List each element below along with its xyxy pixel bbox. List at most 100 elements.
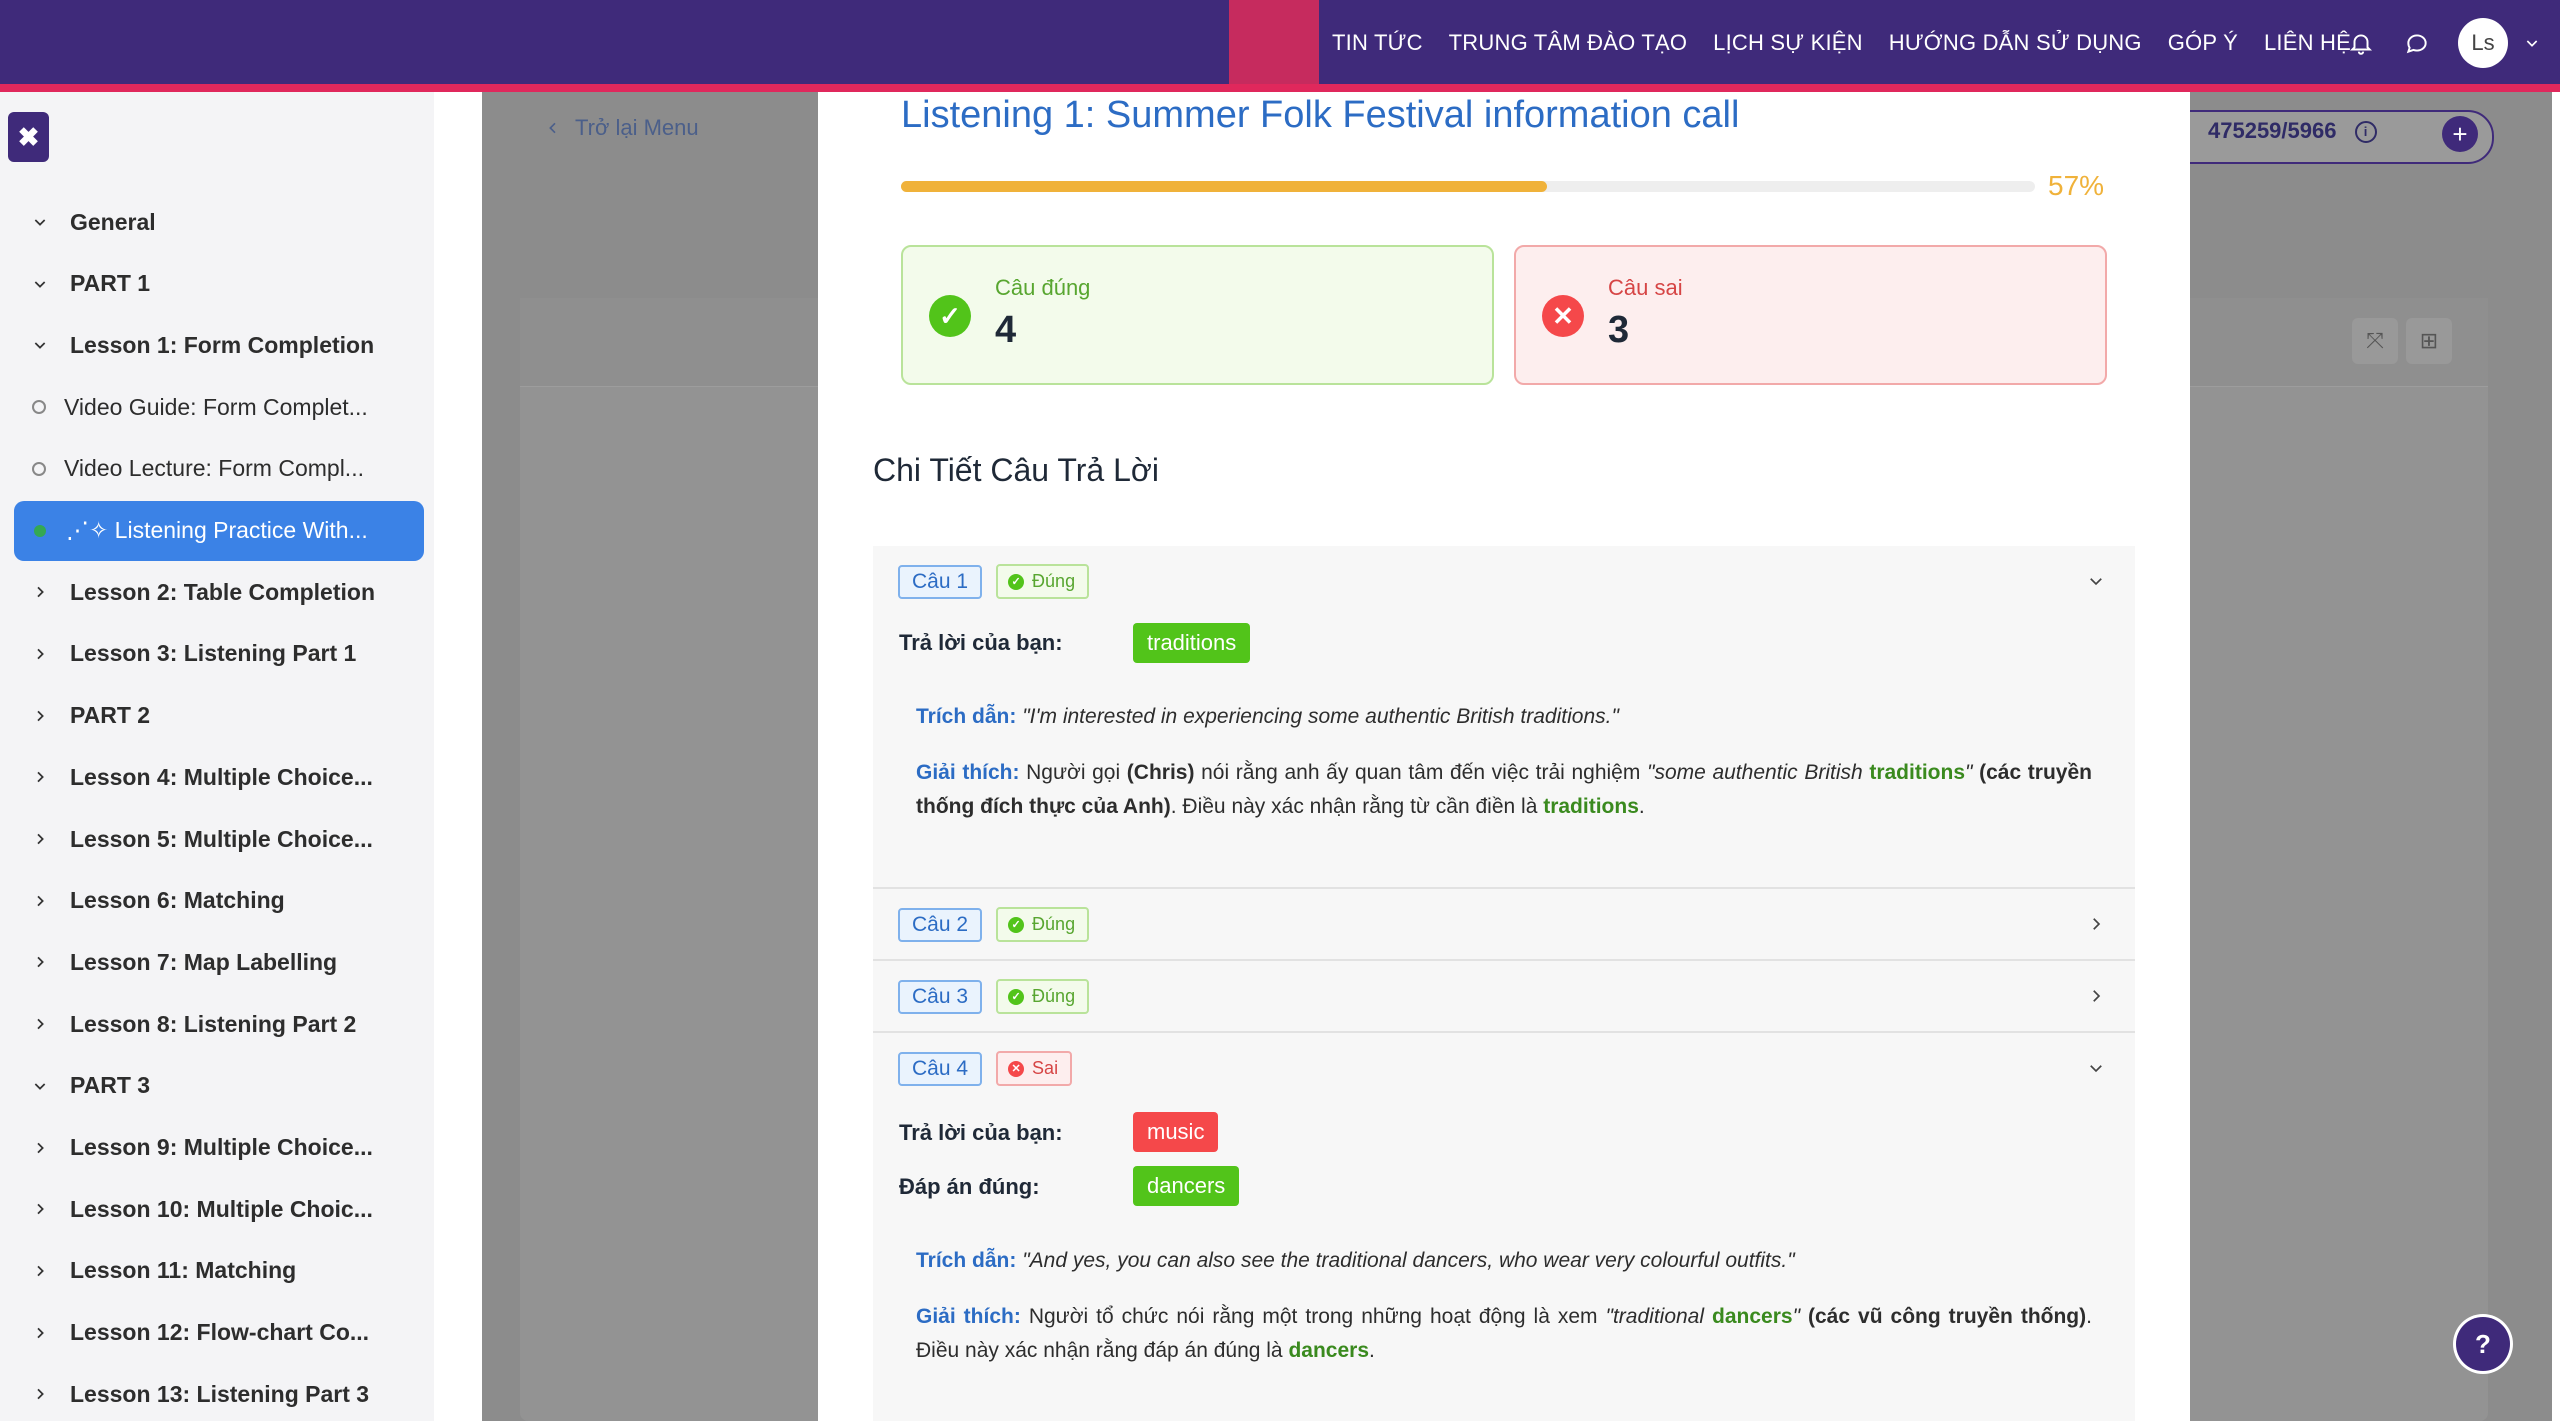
sidebar-item-label: ⋰✧ Listening Practice With... <box>66 517 368 543</box>
sidebar-item[interactable]: Lesson 6: Matching <box>14 871 424 931</box>
correct-count-card: ✓ Câu đúng 4 <box>901 245 1494 385</box>
chevron-right-icon <box>30 767 50 787</box>
nav-lien-he[interactable]: LIÊN HỆ <box>2264 30 2351 56</box>
status-badge: ✓ Đúng <box>996 907 1090 942</box>
check-icon: ✓ <box>1008 916 1025 933</box>
chevron-right-icon <box>30 582 50 602</box>
question-2-panel[interactable]: Câu 2 ✓ Đúng <box>873 889 2135 959</box>
correct-label: Câu đúng <box>995 275 1091 300</box>
sidebar-item[interactable]: General <box>14 192 424 252</box>
nav-gop-y[interactable]: GÓP Ý <box>2168 30 2238 56</box>
circle-icon <box>32 461 46 476</box>
sidebar-item[interactable]: Video Guide: Form Complet... <box>14 377 424 437</box>
sidebar-item-label: Lesson 10: Multiple Choic... <box>70 1195 373 1222</box>
sidebar-item-label: Lesson 2: Table Completion <box>70 578 375 605</box>
fullscreen-icon[interactable]: ⤧ <box>2352 318 2398 364</box>
chevron-right-icon <box>30 1138 50 1158</box>
sidebar-item[interactable]: PART 3 <box>14 1056 424 1116</box>
chevron-down-icon <box>30 274 50 294</box>
chevron-right-icon[interactable] <box>2085 985 2107 1007</box>
sidebar-item[interactable]: Lesson 4: Multiple Choice... <box>14 747 424 807</box>
correct-answer-label: Đáp án đúng: <box>899 1174 1040 1199</box>
close-icon[interactable]: ✖ <box>8 112 49 162</box>
status-badge: ✓ Đúng <box>996 564 1090 599</box>
sidebar-item-label: Lesson 5: Multiple Choice... <box>70 825 373 852</box>
sidebar-item-label: General <box>70 208 156 235</box>
chevron-down-icon <box>30 1076 50 1096</box>
sidebar-item-label: Lesson 8: Listening Part 2 <box>70 1010 357 1037</box>
chevron-right-icon <box>30 1323 50 1343</box>
your-answer-label: Trả lời của bạn: <box>899 1120 1063 1145</box>
x-circle-icon: ✕ <box>1542 295 1584 337</box>
sidebar-item[interactable]: Lesson 5: Multiple Choice... <box>14 809 424 869</box>
sidebar-item[interactable]: Lesson 3: Listening Part 1 <box>14 624 424 684</box>
check-circle-icon: ✓ <box>929 295 971 337</box>
sidebar-item-label: Lesson 6: Matching <box>70 887 285 914</box>
sidebar-item[interactable]: Lesson 10: Multiple Choic... <box>14 1179 424 1239</box>
progress-percent: 57% <box>2048 170 2105 201</box>
help-button[interactable]: ? <box>2456 1317 2510 1371</box>
your-answer-label: Trả lời của bạn: <box>899 630 1063 655</box>
chevron-right-icon <box>30 1014 50 1034</box>
sidebar-item[interactable]: Lesson 8: Listening Part 2 <box>14 994 424 1054</box>
sidebar-item-label: Video Lecture: Form Compl... <box>64 455 364 482</box>
grid-icon[interactable]: ⊞ <box>2406 318 2452 364</box>
sidebar-item[interactable]: ⋰✧ Listening Practice With... <box>14 500 424 561</box>
question-header: Câu 2 ✓ Đúng <box>898 907 1090 942</box>
question-tag: Câu 3 <box>898 979 983 1014</box>
check-icon: ✓ <box>1008 988 1025 1005</box>
sidebar-item[interactable]: Lesson 11: Matching <box>14 1241 424 1301</box>
sidebar-item-label: Lesson 13: Listening Part 3 <box>70 1380 370 1407</box>
credits-value: 475259/5966 i <box>2208 118 2377 144</box>
chevron-down-icon[interactable] <box>2522 28 2542 58</box>
chevron-right-icon <box>30 891 50 911</box>
main-nav: TIN TỨC TRUNG TÂM ĐÀO TẠO LỊCH SỰ KIỆN H… <box>1332 0 2351 86</box>
bell-icon[interactable] <box>2346 28 2376 58</box>
add-credits-button[interactable]: + <box>2442 116 2478 152</box>
sidebar-item[interactable]: Video Lecture: Form Compl... <box>14 439 424 499</box>
chevron-right-icon <box>30 1199 50 1219</box>
sidebar-item-label: Lesson 7: Map Labelling <box>70 948 338 975</box>
sidebar-item[interactable]: Lesson 12: Flow-chart Co... <box>14 1303 424 1363</box>
sidebar-item-label: Lesson 9: Multiple Choice... <box>70 1134 373 1160</box>
sidebar-item-label: Lesson 1: Form Completion <box>70 331 375 358</box>
chevron-right-icon <box>30 644 50 664</box>
sidebar-item-label: PART 1 <box>70 270 151 297</box>
sidebar-item-label: Lesson 3: Listening Part 1 <box>70 640 357 667</box>
status-badge: ✓ Đúng <box>996 979 1090 1014</box>
chevron-down-icon[interactable] <box>2085 570 2107 592</box>
nav-trung-tam-dao-tao[interactable]: TRUNG TÂM ĐÀO TẠO <box>1449 30 1688 56</box>
info-icon[interactable]: i <box>2354 121 2377 144</box>
sidebar-item[interactable]: Lesson 7: Map Labelling <box>14 932 424 992</box>
nav-lich-su-kien[interactable]: LỊCH SỰ KIỆN <box>1713 30 1863 56</box>
sidebar-item[interactable]: PART 1 <box>14 254 424 314</box>
sidebar-item[interactable]: Lesson 13: Listening Part 3 <box>14 1364 424 1424</box>
question-tag: Câu 2 <box>898 907 983 942</box>
nav-actions: Ls <box>2346 0 2542 86</box>
explanation: Giải thích: Người tổ chức nói rằng một t… <box>916 1305 2092 1362</box>
sidebar-item[interactable]: Lesson 1: Form Completion <box>14 315 424 375</box>
chevron-down-icon[interactable] <box>2085 1057 2107 1079</box>
chevron-right-icon <box>30 706 50 726</box>
nav-tin-tuc[interactable]: TIN TỨC <box>1332 30 1423 56</box>
wrong-count-card: ✕ Câu sai 3 <box>1514 245 2107 385</box>
back-to-menu-link[interactable]: Trở lại Menu <box>545 115 699 141</box>
question-header[interactable]: Câu 4 ✕ Sai <box>898 1051 1073 1086</box>
dot-icon <box>34 524 46 537</box>
sidebar-item[interactable]: Lesson 2: Table Completion <box>14 562 424 622</box>
wrong-count: 3 <box>1608 309 1630 351</box>
explanation: Giải thích: Người gọi (Chris) nói rằng a… <box>916 761 2092 818</box>
wrong-label: Câu sai <box>1608 275 1683 300</box>
sidebar-item[interactable]: Lesson 9: Multiple Choice... <box>14 1118 424 1178</box>
question-3-panel[interactable]: Câu 3 ✓ Đúng <box>873 961 2135 1031</box>
avatar[interactable]: Ls <box>2458 18 2508 68</box>
sidebar-item-label: PART 2 <box>70 702 151 729</box>
sidebar-item[interactable]: PART 2 <box>14 686 424 746</box>
your-answer-value: traditions <box>1133 623 1251 663</box>
nav-huong-dan-su-dung[interactable]: HƯỚNG DẪN SỬ DỤNG <box>1889 30 2142 56</box>
correct-count: 4 <box>995 309 1017 351</box>
question-header[interactable]: Câu 1 ✓ Đúng <box>898 564 1090 599</box>
chat-icon[interactable] <box>2402 28 2432 58</box>
chevron-right-icon[interactable] <box>2085 913 2107 935</box>
chevron-down-icon <box>30 212 50 232</box>
